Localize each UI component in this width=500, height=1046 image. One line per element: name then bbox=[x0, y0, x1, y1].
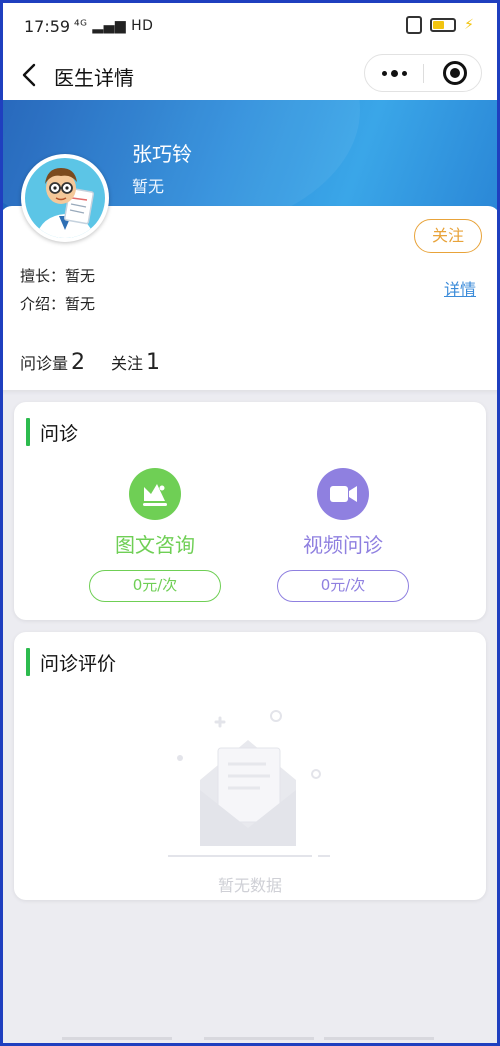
consultation-card: 问诊 图文咨询 0元/次 视频问诊 0元/次 bbox=[14, 402, 486, 620]
bottom-strip bbox=[62, 1037, 172, 1040]
follow-count-stat: 关注 1 bbox=[111, 350, 160, 375]
specialty-line: 擅长：暂无 bbox=[20, 265, 95, 286]
more-menu-button[interactable] bbox=[365, 55, 423, 91]
service-name: 图文咨询 bbox=[115, 533, 195, 557]
intro-label: 介绍： bbox=[20, 295, 66, 313]
title-accent-bar bbox=[26, 648, 30, 676]
bottom-strip bbox=[204, 1037, 314, 1040]
miniprogram-capsule bbox=[364, 54, 482, 92]
doctor-title: 暂无 bbox=[132, 177, 165, 196]
follow-count-value: 1 bbox=[146, 350, 161, 375]
doctor-avatar bbox=[21, 154, 109, 242]
service-video[interactable]: 视频问诊 0元/次 bbox=[273, 468, 413, 602]
consult-count-value: 2 bbox=[71, 350, 86, 375]
consultation-title: 问诊 bbox=[26, 418, 78, 446]
nav-bar: 医生详情 bbox=[0, 52, 500, 100]
consultation-title-text: 问诊 bbox=[40, 422, 79, 445]
bottom-strip bbox=[324, 1037, 434, 1040]
specialty-label: 擅长： bbox=[20, 267, 66, 285]
follow-button[interactable]: 关注 bbox=[414, 219, 482, 253]
follow-count-label: 关注 bbox=[111, 354, 144, 373]
title-accent-bar bbox=[26, 418, 30, 446]
reviews-card: 问诊评价 暂无数据 bbox=[14, 632, 486, 900]
specialty-value: 暂无 bbox=[65, 267, 96, 285]
capsule-divider bbox=[423, 64, 424, 83]
charging-icon: ⚡ bbox=[464, 17, 474, 33]
vibrate-icon bbox=[406, 16, 423, 34]
battery-icon bbox=[430, 18, 457, 32]
service-name: 视频问诊 bbox=[303, 533, 383, 557]
reviews-title-text: 问诊评价 bbox=[40, 652, 117, 675]
reviews-title: 问诊评价 bbox=[26, 648, 116, 676]
service-price[interactable]: 0元/次 bbox=[277, 570, 409, 602]
intro-line: 介绍：暂无 bbox=[20, 293, 95, 314]
service-image-text[interactable]: 图文咨询 0元/次 bbox=[85, 468, 225, 602]
video-camera-icon[interactable] bbox=[317, 468, 369, 520]
image-text-icon[interactable] bbox=[129, 468, 181, 520]
consult-count-label: 问诊量 bbox=[20, 354, 69, 373]
consult-count-stat: 问诊量 2 bbox=[20, 350, 85, 375]
service-price[interactable]: 0元/次 bbox=[89, 570, 221, 602]
empty-envelope-icon bbox=[168, 710, 330, 857]
close-miniprogram-button[interactable] bbox=[443, 61, 467, 85]
network-indicator: ⁴ᴳ ▂▄▆ HD bbox=[74, 18, 154, 34]
status-bar: 17:59 ⁴ᴳ ▂▄▆ HD ⚡ bbox=[0, 0, 500, 52]
back-arrow-icon[interactable] bbox=[16, 60, 46, 90]
status-time: 17:59 bbox=[24, 17, 71, 36]
page-title: 医生详情 bbox=[54, 66, 134, 90]
doctor-name: 张巧铃 bbox=[132, 142, 192, 166]
empty-state-text: 暂无数据 bbox=[217, 876, 282, 895]
detail-link[interactable]: 详情 bbox=[444, 276, 476, 300]
intro-value: 暂无 bbox=[65, 295, 96, 313]
